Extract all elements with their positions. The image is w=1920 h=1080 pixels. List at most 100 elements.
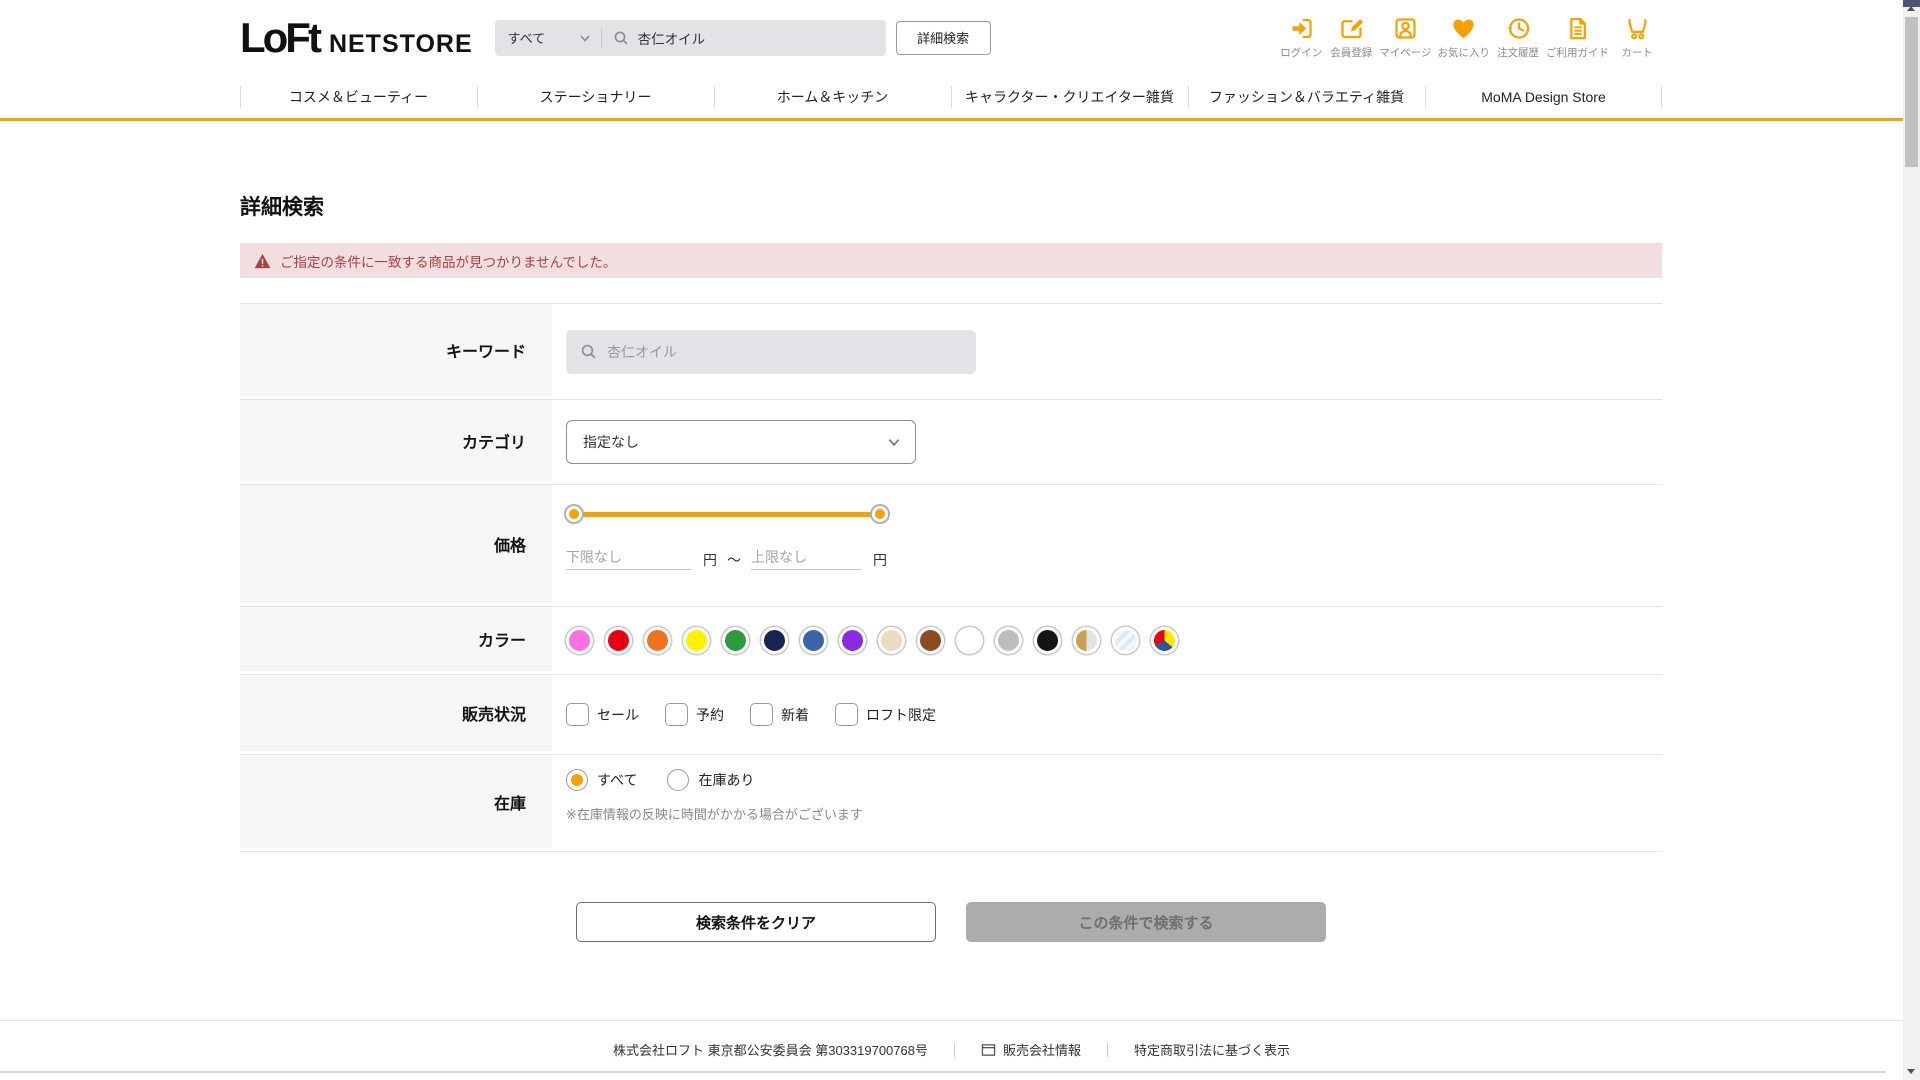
advanced-search-button[interactable]: 詳細検索 [895, 20, 991, 55]
cart-link[interactable]: カート [1612, 15, 1662, 60]
checkbox-box[interactable] [566, 703, 589, 726]
nav-item-fashion-variety[interactable]: ファッション＆バラエティ雑貨 [1188, 75, 1425, 118]
nav-item-stationery[interactable]: ステーショナリー [477, 75, 714, 118]
checkbox-label: 予約 [696, 706, 724, 723]
category-label: カテゴリ [240, 400, 552, 484]
search-query-text: 杏仁オイル [637, 31, 706, 47]
price-min-input[interactable] [566, 544, 691, 570]
stock-label: 在庫 [240, 755, 552, 851]
radio-in-stock[interactable]: 在庫あり [667, 769, 754, 791]
radio-all[interactable]: すべて [566, 769, 637, 791]
checkbox-box[interactable] [665, 703, 688, 726]
color-swatch-gold-silver[interactable] [1073, 627, 1100, 654]
slider-handle-min[interactable] [566, 506, 582, 522]
search-input[interactable]: 杏仁オイル [602, 20, 886, 56]
keyword-label: キーワード [240, 304, 552, 399]
nav-item-moma-design-store[interactable]: MoMA Design Store [1425, 75, 1662, 118]
guide-link[interactable]: ご利用ガイド [1543, 15, 1612, 60]
header-search: すべて 杏仁オイル [494, 19, 886, 56]
register-link[interactable]: 会員登録 [1326, 15, 1376, 60]
category-selected-value: 指定なし [583, 434, 639, 450]
color-swatch-navy[interactable] [761, 627, 788, 654]
company-registration-text: 株式会社ロフト 東京都公安委員会 第303319700768号 [612, 1043, 928, 1058]
color-swatch-beige[interactable] [878, 627, 905, 654]
footer-divider [953, 1042, 955, 1057]
price-range-slider [566, 501, 888, 527]
color-swatch-black[interactable] [1034, 627, 1061, 654]
favorites-label: お気に入り [1437, 47, 1491, 59]
external-window-icon [981, 1043, 996, 1056]
keyword-input[interactable]: 杏仁オイル [566, 329, 976, 374]
color-swatch-red[interactable] [605, 627, 632, 654]
color-swatch-purple[interactable] [839, 627, 866, 654]
heart-icon [1453, 19, 1474, 39]
sales-status-row: 販売状況 セール 予約 新着 ロフト限定 [240, 675, 1662, 755]
checkbox-sale[interactable]: セール [566, 703, 639, 726]
checkbox-reservation[interactable]: 予約 [665, 703, 724, 726]
nav-item-character-creator[interactable]: キャラクター・クリエイター雑貨 [951, 75, 1188, 118]
color-swatch-green[interactable] [722, 627, 749, 654]
loft-logo[interactable]: LoFt NETSTORE [240, 14, 473, 62]
page-title: 詳細検索 [240, 196, 324, 219]
scrollbar-thumb[interactable] [1905, 17, 1918, 167]
sales-status-options: セール 予約 新着 ロフト限定 [566, 703, 936, 726]
color-swatch-blue[interactable] [800, 627, 827, 654]
nav-item-home-kitchen[interactable]: ホーム＆キッチン [714, 75, 951, 118]
header-quick-links: ログイン 会員登録 マイページ お気に入り 注文履歴 ご利用ガイド カート [1276, 15, 1662, 60]
stock-row: 在庫 すべて 在庫あり ※在庫情報の反映に時間がかかる場合がございます [240, 755, 1662, 852]
favorites-link[interactable]: お気に入り [1435, 15, 1494, 60]
clock-history-icon [1507, 18, 1529, 39]
chevron-down-icon [580, 34, 590, 42]
checkbox-loft-limited[interactable]: ロフト限定 [835, 703, 936, 726]
commerce-law-label: 特定商取引法に基づく表示 [1133, 1043, 1290, 1058]
checkbox-box[interactable] [750, 703, 773, 726]
seller-info-link[interactable]: 販売会社情報 [981, 1040, 1081, 1059]
document-icon [1570, 17, 1586, 40]
color-swatch-orange[interactable] [644, 627, 671, 654]
checkbox-label: ロフト限定 [866, 706, 936, 723]
color-swatch-gray[interactable] [995, 627, 1022, 654]
color-swatch-clear[interactable] [1112, 627, 1139, 654]
search-icon [581, 344, 596, 359]
form-actions: 検索条件をクリア この条件で検索する [240, 902, 1662, 942]
checkbox-new-arrival[interactable]: 新着 [750, 703, 809, 726]
price-row: 価格 円 ～ 円 [240, 485, 1662, 607]
scrollbar-corner-mark [1903, 0, 1920, 7]
stock-options: すべて 在庫あり [566, 769, 754, 791]
search-submit-button[interactable]: この条件で検索する [966, 902, 1326, 942]
no-results-alert: ご指定の条件に一致する商品が見つかりませんでした。 [240, 243, 1662, 278]
price-max-input[interactable] [751, 544, 861, 570]
clear-conditions-button[interactable]: 検索条件をクリア [576, 902, 936, 942]
category-select[interactable]: 指定なし [566, 420, 916, 464]
nav-item-cosme-beauty[interactable]: コスメ＆ビューティー [240, 75, 477, 118]
slider-track[interactable] [574, 511, 880, 517]
color-swatch-multicolor[interactable] [1151, 627, 1178, 654]
vertical-scrollbar[interactable] [1903, 0, 1920, 1080]
login-link[interactable]: ログイン [1276, 15, 1326, 60]
color-swatch-brown[interactable] [917, 627, 944, 654]
cart-label: カート [1621, 47, 1653, 59]
category-row: カテゴリ 指定なし [240, 400, 1662, 485]
price-min-unit: 円 [703, 552, 717, 568]
slider-handle-max[interactable] [872, 506, 888, 522]
mypage-label: マイページ [1379, 47, 1432, 59]
register-label: 会員登録 [1330, 47, 1373, 59]
stock-note: ※在庫情報の反映に時間がかかる場合がございます [566, 807, 863, 822]
price-inputs: 円 ～ 円 [566, 544, 887, 570]
commerce-law-link[interactable]: 特定商取引法に基づく表示 [1134, 1040, 1290, 1059]
order-history-link[interactable]: 注文履歴 [1493, 15, 1543, 60]
radio-button[interactable] [566, 769, 588, 791]
color-swatch-pink[interactable] [566, 627, 593, 654]
mypage-link[interactable]: マイページ [1376, 15, 1434, 60]
category-nav: コスメ＆ビューティー ステーショナリー ホーム＆キッチン キャラクター・クリエイ… [0, 75, 1903, 121]
checkbox-label: セール [597, 706, 639, 723]
search-icon [614, 31, 628, 45]
scrollbar-down-arrow[interactable] [1907, 1069, 1915, 1074]
checkbox-box[interactable] [835, 703, 858, 726]
color-swatch-yellow[interactable] [683, 627, 710, 654]
price-max-unit: 円 [873, 552, 887, 568]
cart-icon [1628, 18, 1646, 40]
radio-button[interactable] [667, 769, 690, 791]
search-category-select[interactable]: すべて [495, 20, 601, 56]
color-swatch-white[interactable] [956, 627, 983, 654]
